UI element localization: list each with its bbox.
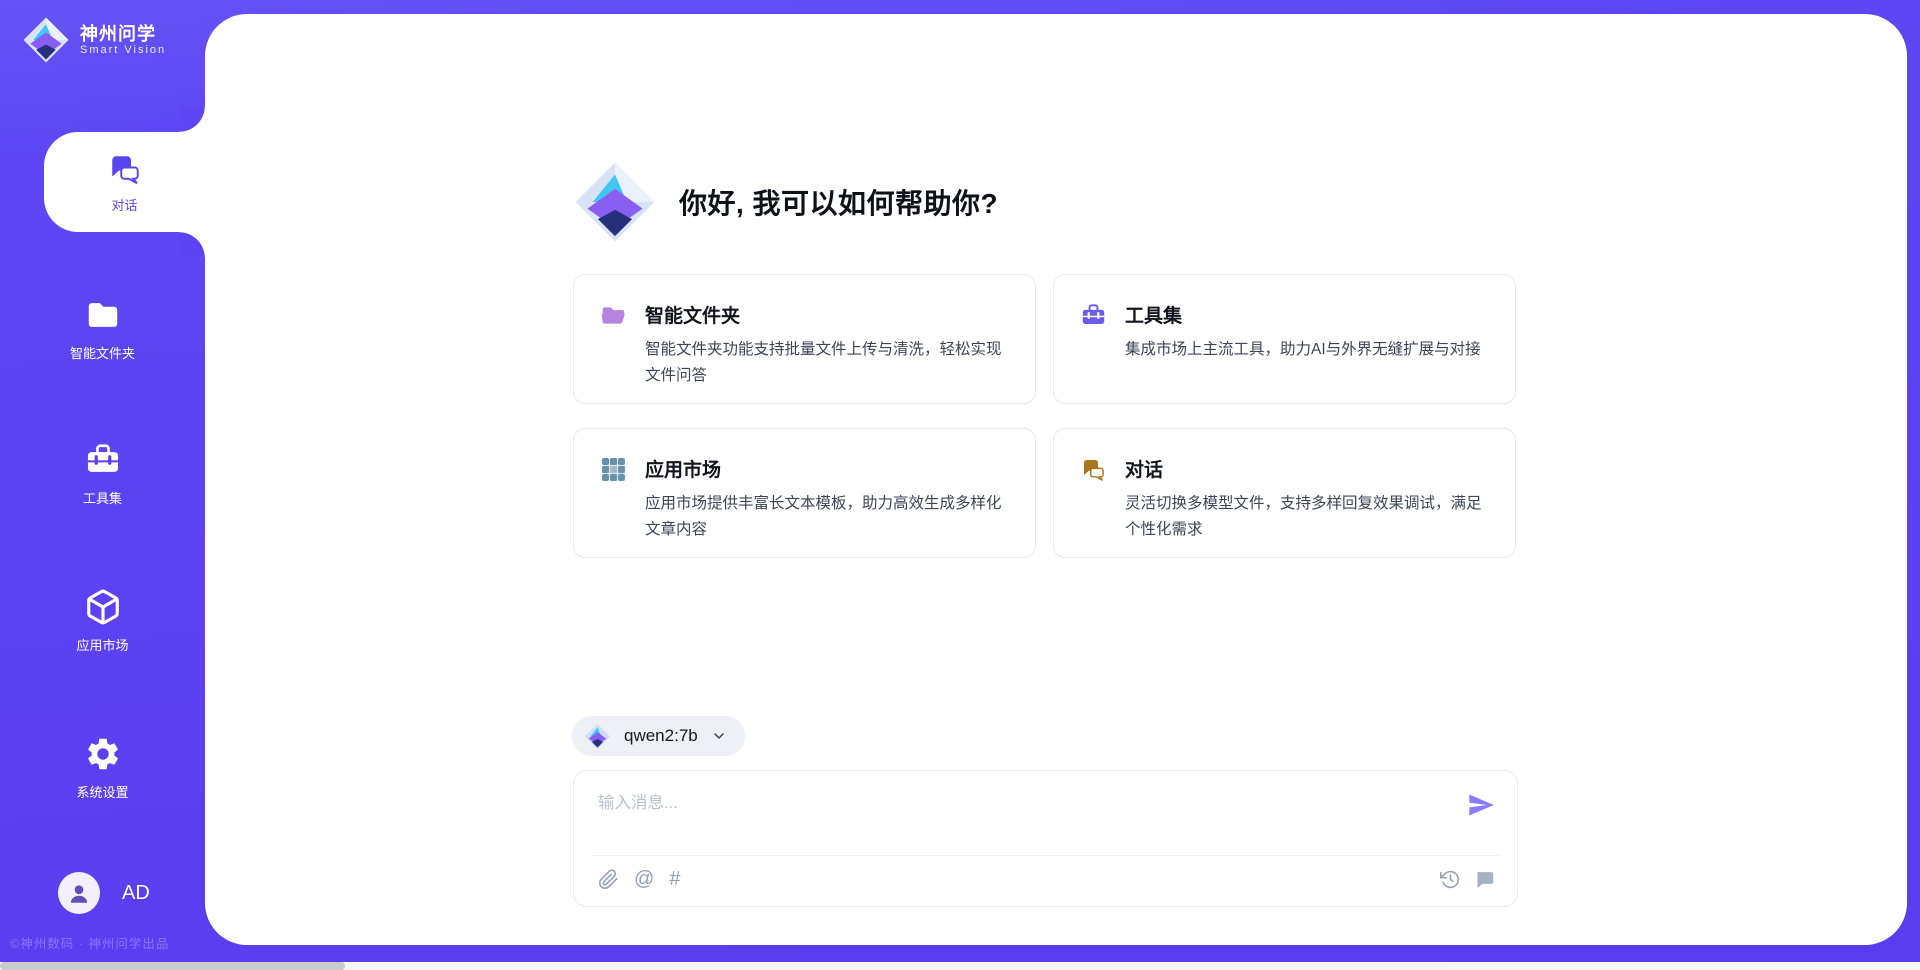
main-panel: 你好, 我可以如何帮助你? 智能文件夹 智能文件夹功能支持批量文件上传与清洗，轻… [205, 14, 1907, 945]
toolbox-icon [1080, 302, 1107, 329]
card-description: 集成市场上主流工具，助力AI与外界无缝扩展与对接 [1125, 337, 1481, 363]
scrollbar-thumb[interactable] [0, 962, 345, 970]
person-icon [66, 880, 92, 906]
horizontal-scrollbar [0, 962, 1920, 970]
grid-icon [600, 456, 627, 483]
card-smart-folder[interactable]: 智能文件夹 智能文件夹功能支持批量文件上传与清洗，轻松实现文件问答 [573, 274, 1036, 404]
brand-diamond-icon [22, 16, 70, 64]
card-body: 对话 灵活切换多模型文件，支持多样回复效果调试，满足个性化需求 [1125, 455, 1491, 543]
card-title: 应用市场 [645, 455, 1011, 482]
composer-toolbar: @ # [598, 869, 680, 890]
greeting: 你好, 我可以如何帮助你? [573, 160, 998, 244]
sidebar-item-settings[interactable]: 系统设置 [0, 735, 205, 801]
send-button[interactable] [1467, 791, 1495, 819]
sidebar-item-label: 对话 [111, 195, 137, 214]
card-chat[interactable]: 对话 灵活切换多模型文件，支持多样回复效果调试，满足个性化需求 [1053, 428, 1516, 558]
composer-divider [592, 855, 1499, 856]
chevron-down-icon [711, 728, 727, 744]
brand-diamond-icon [573, 160, 657, 244]
card-description: 智能文件夹功能支持批量文件上传与清洗，轻松实现文件问答 [645, 337, 1011, 389]
active-corner-top [179, 106, 205, 132]
message-composer: @ # [573, 770, 1518, 907]
mention-icon[interactable]: @ [634, 869, 654, 890]
sidebar-item-chat[interactable]: 对话 [44, 132, 205, 232]
folder-icon [84, 296, 122, 334]
toolbox-icon [84, 441, 122, 479]
sidebar-item-app-market[interactable]: 应用市场 [0, 588, 205, 654]
card-body: 智能文件夹 智能文件夹功能支持批量文件上传与清洗，轻松实现文件问答 [645, 301, 1011, 389]
user-name: AD [122, 882, 150, 905]
app-name: 神州问学 [80, 24, 166, 45]
card-app-market[interactable]: 应用市场 应用市场提供丰富长文本模板，助力高效生成多样化文章内容 [573, 428, 1036, 558]
sidebar-item-toolset[interactable]: 工具集 [0, 441, 205, 507]
hashtag-icon[interactable]: # [669, 869, 680, 890]
card-body: 应用市场 应用市场提供丰富长文本模板，助力高效生成多样化文章内容 [645, 455, 1011, 543]
card-title: 工具集 [1125, 301, 1481, 328]
greeting-text: 你好, 我可以如何帮助你? [679, 182, 998, 222]
attachment-icon[interactable] [598, 869, 619, 890]
app-logo-text: 神州问学 Smart Vision [80, 24, 166, 57]
sidebar-item-label: 智能文件夹 [70, 343, 135, 362]
card-body: 工具集 集成市场上主流工具，助力AI与外界无缝扩展与对接 [1125, 301, 1481, 363]
chat-bubble-icon[interactable] [1474, 869, 1495, 890]
open-folder-icon [600, 302, 627, 329]
active-corner-bottom [179, 232, 205, 258]
app-window: 神州问学 Smart Vision 对话 智能文件夹 [0, 0, 1920, 970]
app-subtitle: Smart Vision [80, 44, 166, 56]
chat-icon [1080, 456, 1107, 483]
sidebar-item-smart-folder[interactable]: 智能文件夹 [0, 296, 205, 362]
sidebar-item-label: 工具集 [83, 488, 122, 507]
copyright-text: ©神州数码 · 神州问学出品 [10, 933, 169, 952]
history-icon[interactable] [1440, 869, 1461, 890]
card-title: 智能文件夹 [645, 301, 1011, 328]
composer-right-toolbar [1440, 869, 1495, 890]
chat-icon [107, 151, 143, 187]
message-input[interactable] [598, 789, 1418, 841]
sidebar-item-label: 应用市场 [76, 635, 128, 654]
user-profile[interactable]: AD [58, 872, 150, 914]
card-toolset[interactable]: 工具集 集成市场上主流工具，助力AI与外界无缝扩展与对接 [1053, 274, 1516, 404]
app-logo: 神州问学 Smart Vision [22, 16, 166, 64]
card-description: 应用市场提供丰富长文本模板，助力高效生成多样化文章内容 [645, 491, 1011, 543]
cube-icon [84, 588, 122, 626]
brand-diamond-icon [584, 723, 611, 750]
model-selector[interactable]: qwen2:7b [572, 716, 745, 756]
sidebar: 神州问学 Smart Vision 对话 智能文件夹 [0, 0, 205, 970]
feature-cards: 智能文件夹 智能文件夹功能支持批量文件上传与清洗，轻松实现文件问答 工具集 [573, 274, 1516, 558]
send-icon [1467, 791, 1495, 819]
avatar [58, 872, 100, 914]
model-name: qwen2:7b [624, 726, 698, 746]
card-description: 灵活切换多模型文件，支持多样回复效果调试，满足个性化需求 [1125, 491, 1491, 543]
gear-icon [84, 735, 122, 773]
card-title: 对话 [1125, 455, 1491, 482]
sidebar-item-label: 系统设置 [76, 782, 128, 801]
